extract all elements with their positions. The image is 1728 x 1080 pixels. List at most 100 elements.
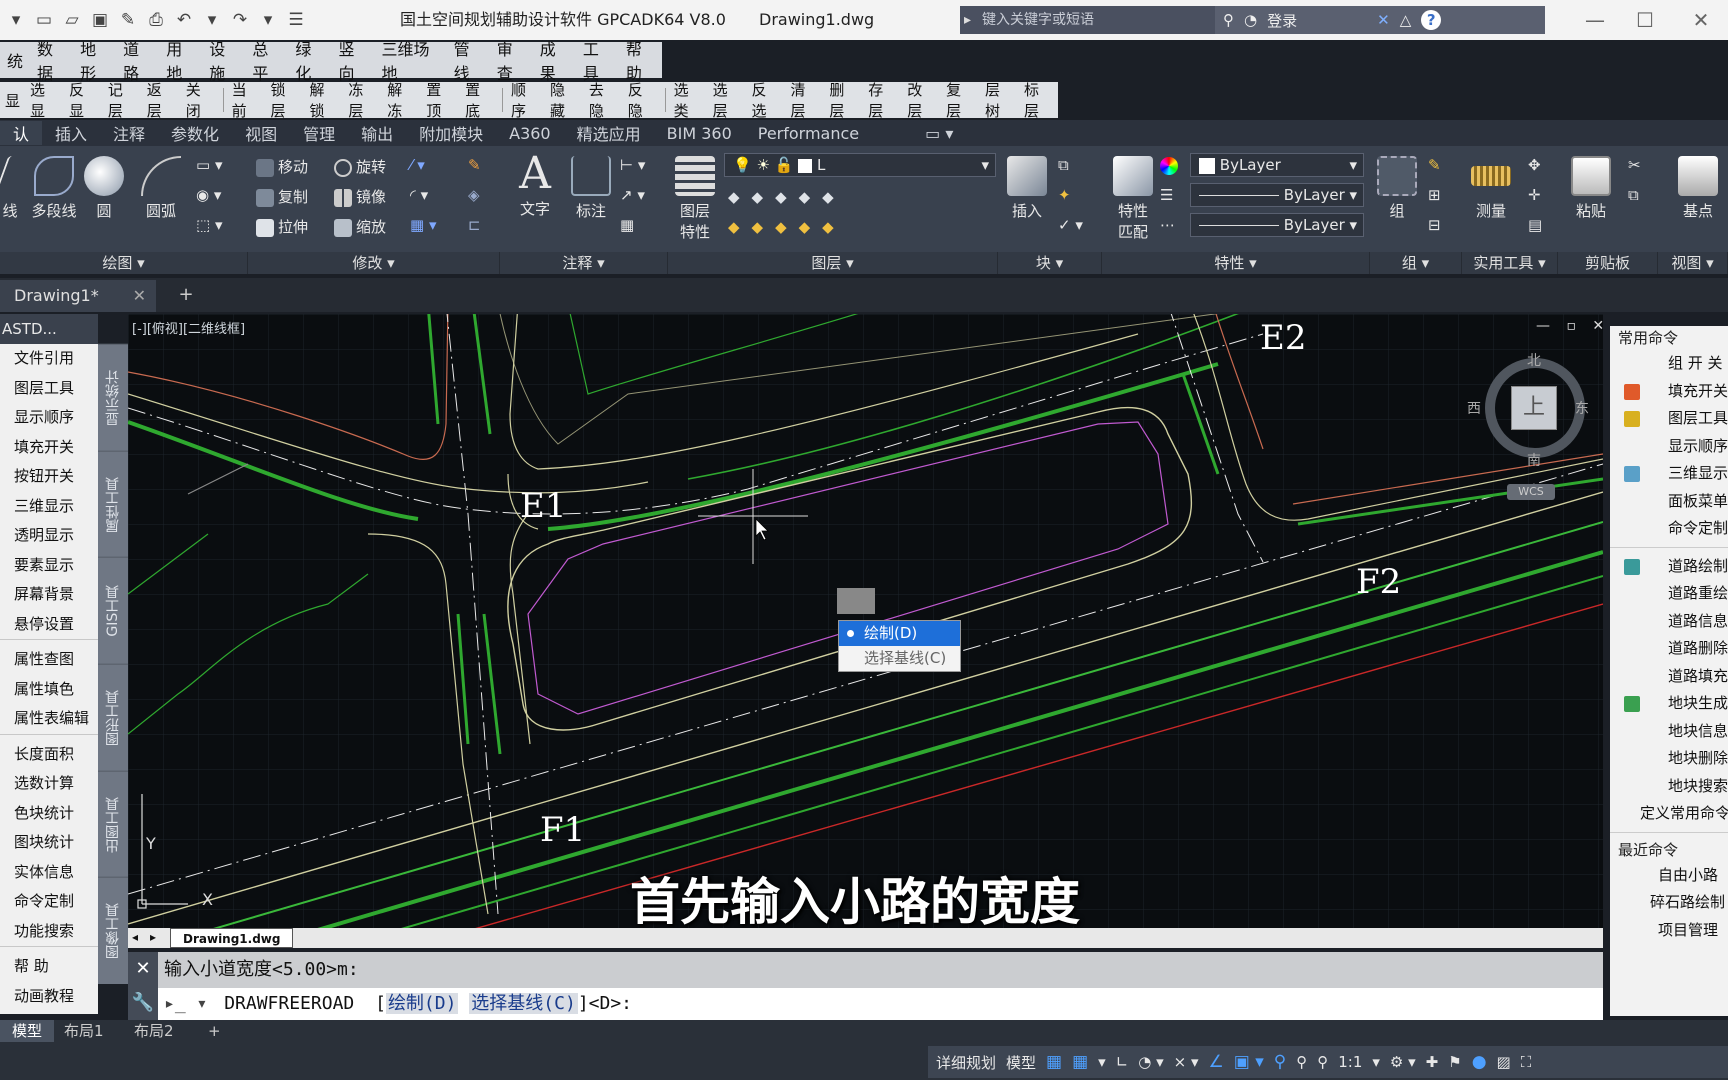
calculator-icon[interactable]: ▤ (1528, 216, 1542, 234)
layer-tools-row2[interactable]: ◆◆◆◆◆ (728, 218, 846, 236)
common-command-item[interactable]: 命令定制 (1610, 515, 1728, 543)
tab-scroll-left-icon[interactable]: ◂ (132, 930, 138, 944)
menu-item-3[interactable]: 道路 (116, 36, 159, 84)
layer-tool-11[interactable]: 解冻 (382, 79, 421, 121)
isolate-icon[interactable]: ● (1472, 1052, 1487, 1072)
define-common-commands[interactable]: 定义常用命令 (1610, 800, 1728, 828)
vertical-tab-1[interactable]: 属性工具 (98, 450, 128, 558)
help-icon[interactable]: ? (1421, 10, 1442, 30)
array-icon[interactable]: ▦ ▾ (410, 216, 436, 234)
road-command-item[interactable]: 道路绘制 (1610, 553, 1728, 581)
arc-button[interactable]: 圆弧 (138, 156, 184, 221)
annotate-panel-label[interactable]: 注释 ▾ (500, 252, 668, 274)
palette-item[interactable]: 长度面积 (0, 740, 98, 770)
palette-item[interactable]: 文件引用 (0, 344, 98, 374)
gear-icon[interactable]: ⚙ ▾ (1390, 1053, 1416, 1071)
workspace-switch-icon[interactable]: ▭ ▾ (912, 124, 966, 143)
palette-item[interactable]: 帮 助 (0, 952, 98, 982)
save-icon[interactable]: ▣ (88, 8, 112, 32)
ribbon-tab-6[interactable]: 输出 (348, 121, 406, 145)
exchange-icon[interactable]: ✕ (1377, 11, 1390, 29)
compass-east[interactable]: 东 (1575, 398, 1589, 418)
ribbon-tab-10[interactable]: BIM 360 (654, 124, 745, 143)
menu-item-11[interactable]: 审查 (490, 36, 533, 84)
create-block-icon[interactable]: ⧉ (1058, 156, 1069, 174)
layer-tool-22[interactable]: 反选 (747, 79, 786, 121)
vertical-tab-4[interactable]: 出图工具 (98, 770, 128, 878)
measure-button[interactable]: 测量 (1468, 156, 1514, 221)
viewport-label[interactable]: [-][俯视][二维线框] (132, 318, 245, 337)
viewport-controls[interactable]: — ▫ ✕ (1536, 318, 1610, 334)
save-as-icon[interactable]: ✎ (116, 8, 140, 32)
common-command-item[interactable]: 图层工具 (1610, 405, 1728, 433)
menu-item-13[interactable]: 工具 (576, 36, 619, 84)
ortho-icon[interactable]: ∟ (1116, 1053, 1129, 1071)
hardware-accel-icon[interactable]: ▨ (1497, 1053, 1511, 1071)
close-command-icon[interactable]: ✕ (128, 952, 158, 986)
vertical-tab-2[interactable]: GIS工具 (98, 557, 128, 664)
dimension-button[interactable]: 标注 (568, 156, 614, 221)
menu-item-2[interactable]: 地形 (73, 36, 116, 84)
snap-icon[interactable]: ▦ (1072, 1052, 1088, 1072)
ribbon-tab-7[interactable]: 附加模块 (406, 121, 496, 145)
new-file-icon[interactable]: ▭ (32, 8, 56, 32)
circle-button[interactable]: 圆 (84, 156, 124, 221)
palette-item[interactable]: 按钮开关 (0, 462, 98, 492)
ribbon-tab-4[interactable]: 视图 (232, 121, 290, 145)
palette-item[interactable]: 命令定制 (0, 887, 98, 917)
command-line[interactable]: ▸_ ▾ DRAWFREEROAD [绘制(D) 选择基线(C)]<D>: (128, 988, 1603, 1020)
grid-icon[interactable]: ▦ (1046, 1052, 1062, 1072)
color-wheel-icon[interactable] (1160, 156, 1182, 175)
modify-panel-label[interactable]: 修改 ▾ (248, 252, 500, 274)
compass-south[interactable]: 南 (1527, 450, 1541, 470)
layer-tool-12[interactable]: 置顶 (421, 79, 460, 121)
table-icon[interactable]: ▦ (620, 216, 634, 234)
palette-item[interactable]: 悬停设置 (0, 610, 98, 640)
layer-tool-1[interactable]: 选显 (25, 79, 64, 121)
leader-icon[interactable]: ↗ ▾ (620, 186, 645, 204)
utilities-panel-label[interactable]: 实用工具 ▾ (1462, 252, 1558, 274)
layout-tab-0[interactable]: 模型 (0, 1020, 55, 1042)
ribbon-tab-2[interactable]: 注释 (100, 121, 158, 145)
maximize-icon[interactable]: ☐ (1620, 0, 1670, 40)
compass-west[interactable]: 西 (1467, 398, 1481, 418)
osnap-icon[interactable]: ⨯ ▾ (1174, 1053, 1199, 1071)
palette-item[interactable]: 动画教程 (0, 982, 98, 1012)
layer-tool-16[interactable]: 隐藏 (545, 79, 584, 121)
recent-command-item[interactable]: 自由小路 (1610, 862, 1728, 890)
layer-tool-20[interactable]: 选类 (669, 79, 708, 121)
layer-tool-13[interactable]: 置底 (460, 79, 499, 121)
layer-tool-0[interactable]: 显 (0, 90, 25, 111)
palette-item[interactable]: 透明显示 (0, 521, 98, 551)
detail-plan-button[interactable]: 详细规划 (936, 1052, 996, 1073)
layer-tool-7[interactable]: 当前 (227, 79, 266, 121)
hatch-icon[interactable]: ◉ ▾ (196, 186, 221, 204)
palette-item[interactable]: 图层工具 (0, 374, 98, 404)
menu-item-8[interactable]: 竖向 (331, 36, 374, 84)
layer-tool-9[interactable]: 解锁 (304, 79, 343, 121)
fillet-icon[interactable]: ◜ ▾ (410, 186, 428, 204)
palette-header[interactable]: ASTD... (0, 314, 98, 344)
redo-icon[interactable]: ↷ (228, 8, 252, 32)
explode-icon[interactable]: ◈ (468, 186, 480, 204)
mirror-button[interactable]: 镜像 (334, 186, 386, 207)
base-point-button[interactable]: 基点 (1672, 156, 1724, 221)
group-select-icon[interactable]: ⊟ (1428, 216, 1441, 234)
polyline-button[interactable]: 多段线 (26, 156, 82, 221)
command-option-baseline[interactable]: 选择基线(C) (469, 993, 578, 1014)
erase-icon[interactable]: ✎ (468, 156, 481, 174)
new-tab-icon[interactable]: + (172, 284, 200, 308)
command-prompt-icon[interactable]: ▸_ ▾ (164, 993, 207, 1014)
lineweight-combo[interactable]: ByLayer ▾ (1190, 213, 1364, 237)
move-button[interactable]: 移动 (256, 156, 308, 177)
units-icon[interactable]: ⚑ (1448, 1053, 1461, 1071)
color-combo[interactable]: ByLayer ▾ (1190, 153, 1364, 177)
fullscreen-icon[interactable]: ⛶ (1521, 1053, 1532, 1071)
layer-tool-18[interactable]: 反隐 (623, 79, 662, 121)
redo-dropdown-icon[interactable]: ▾ (256, 8, 280, 32)
view-panel-label[interactable]: 视图 ▾ (1658, 252, 1728, 274)
road-command-item[interactable]: 地块生成 (1610, 690, 1728, 718)
app-menu-icon[interactable]: ▾ (4, 8, 28, 32)
wrench-icon[interactable]: 🔧 (128, 986, 158, 1020)
palette-item[interactable]: 实体信息 (0, 858, 98, 888)
